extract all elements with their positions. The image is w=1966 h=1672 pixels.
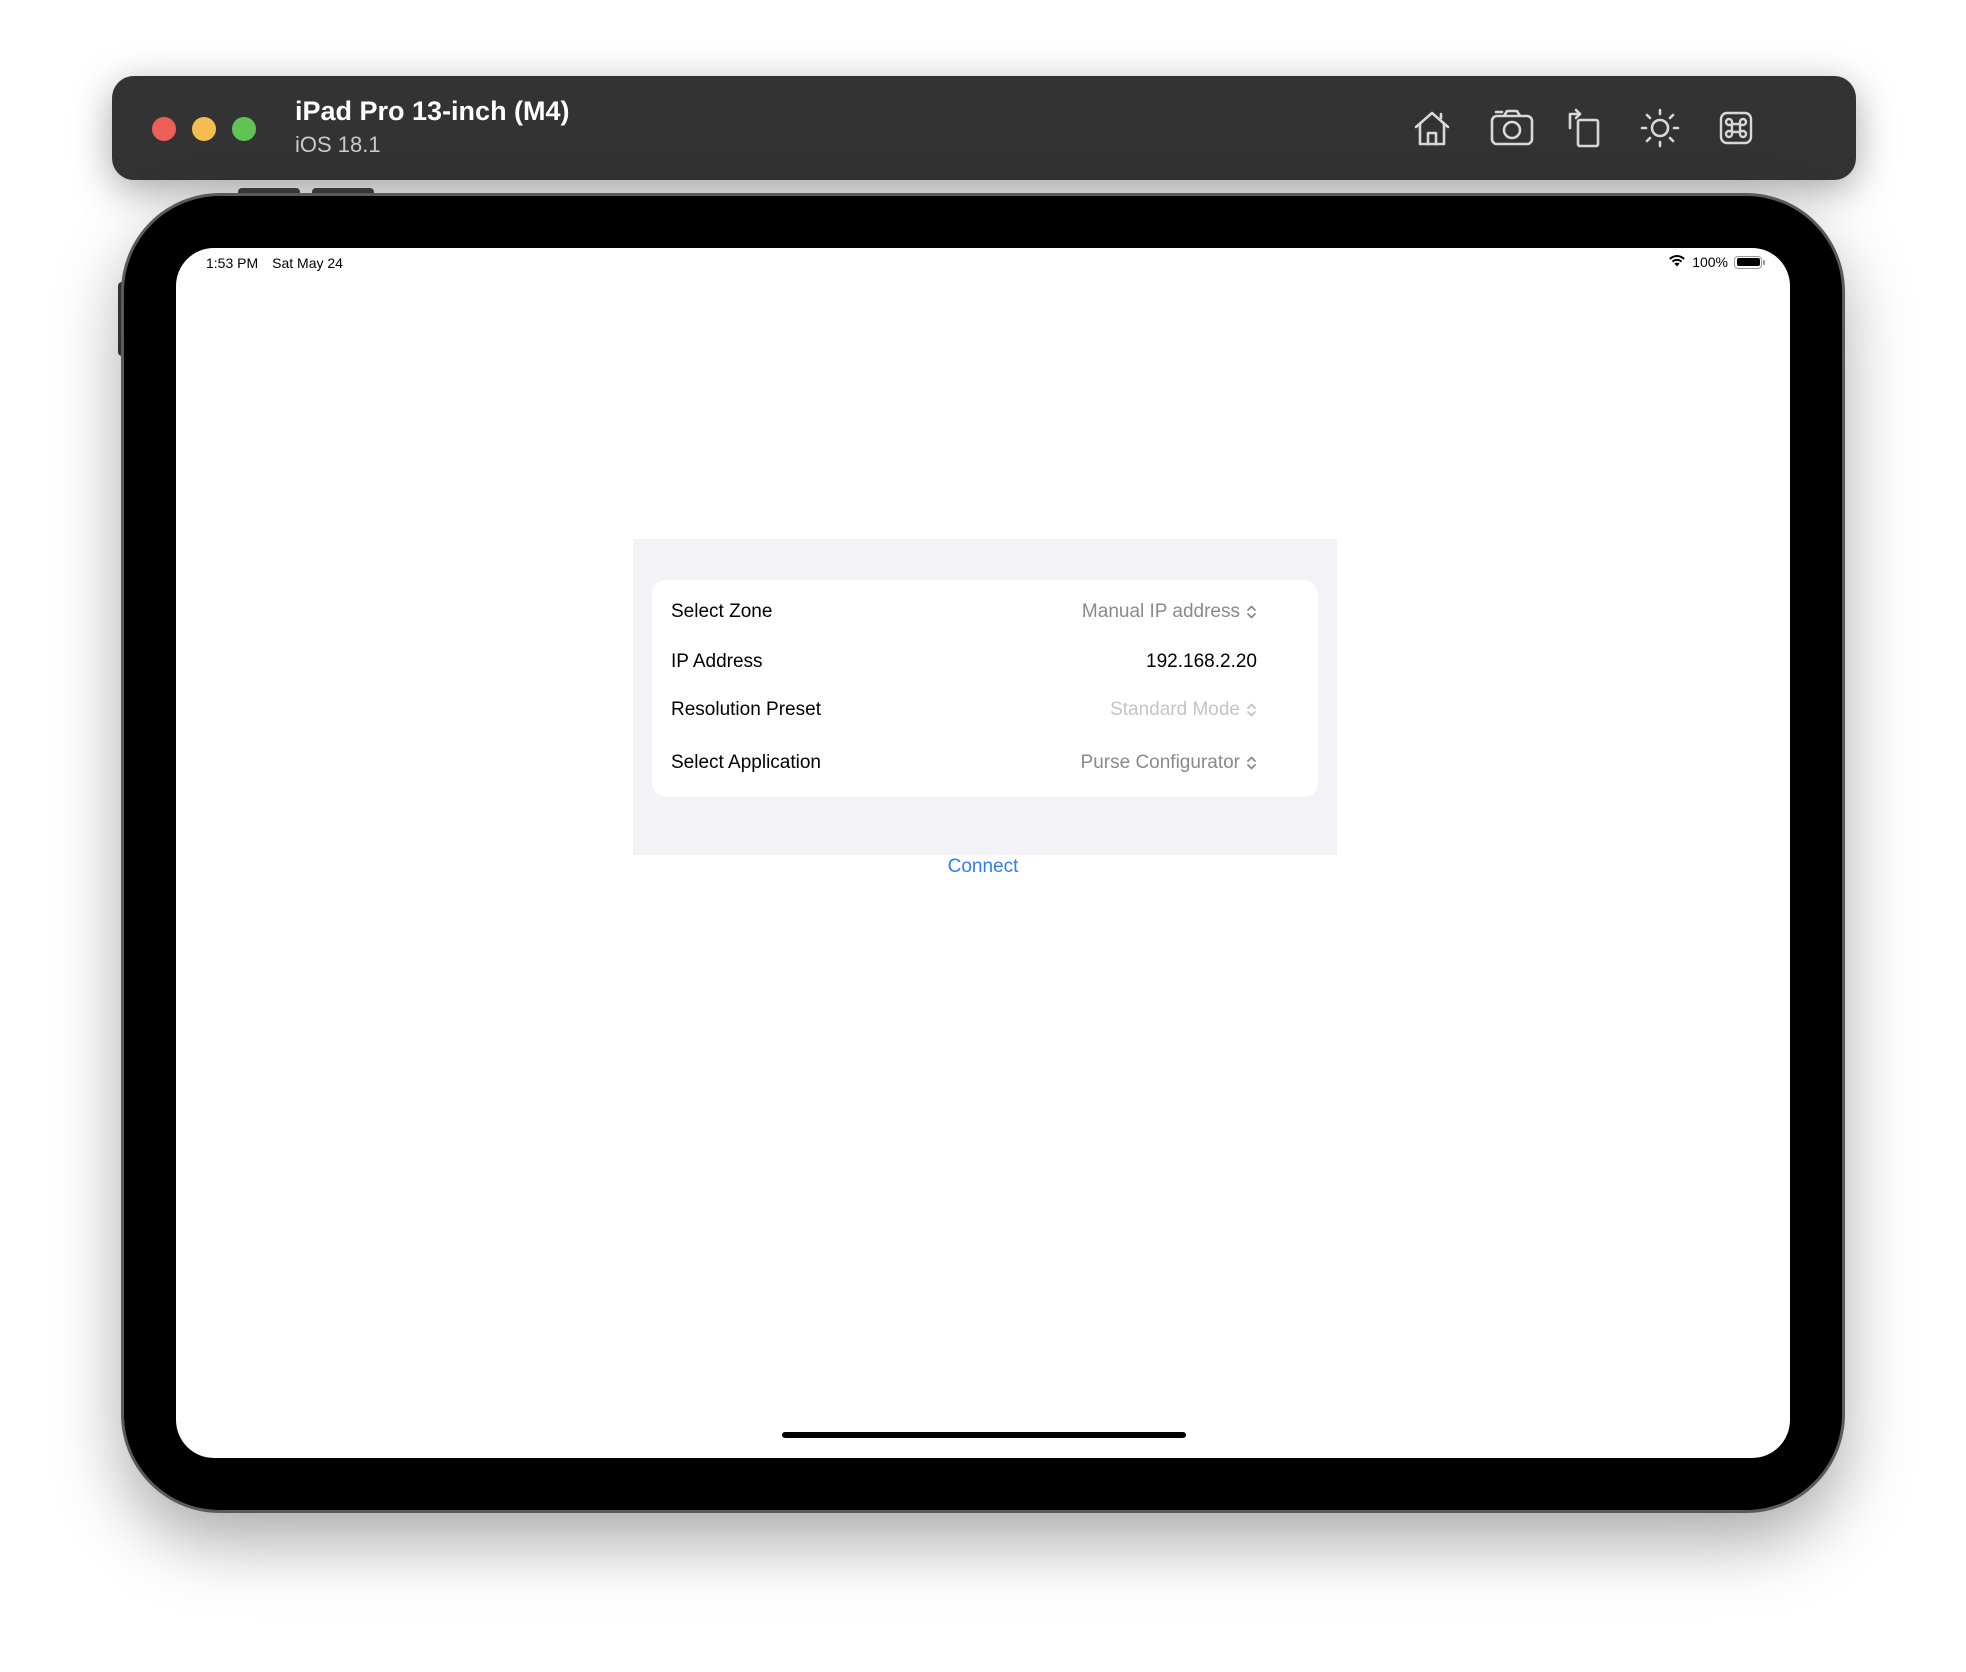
select-zone-picker[interactable]: Manual IP address: [1082, 601, 1257, 623]
ip-address-row[interactable]: IP Address 192.168.2.20: [671, 642, 1257, 682]
top-button: [238, 188, 300, 196]
resolution-preset-picker[interactable]: Standard Mode: [1110, 699, 1257, 721]
select-application-value: Purse Configurator: [1080, 752, 1240, 773]
resolution-preset-label: Resolution Preset: [671, 699, 821, 720]
status-date: Sat May 24: [272, 255, 343, 271]
device-name: iPad Pro 13-inch (M4): [295, 96, 570, 126]
home-indicator[interactable]: [782, 1432, 1186, 1438]
minimize-window-button[interactable]: [192, 117, 216, 141]
rotate-button[interactable]: [1558, 102, 1610, 154]
resolution-preset-value: Standard Mode: [1110, 699, 1240, 720]
chevron-up-down-icon: [1246, 702, 1257, 718]
volume-button: [312, 188, 374, 196]
select-zone-row[interactable]: Select Zone Manual IP address: [671, 592, 1257, 632]
select-application-picker[interactable]: Purse Configurator: [1081, 752, 1257, 774]
select-application-row[interactable]: Select Application Purse Configurator: [671, 743, 1257, 783]
device-os-version: iOS 18.1: [295, 132, 381, 157]
connect-button[interactable]: Connect: [176, 856, 1790, 878]
connection-form-sheet: Select Zone Manual IP address IP Address…: [633, 539, 1337, 855]
status-bar-left: 1:53 PM Sat May 24: [206, 255, 343, 271]
status-bar-right: 100%: [1668, 254, 1765, 270]
keyboard-shortcuts-button[interactable]: [1710, 102, 1762, 154]
screenshot-button[interactable]: [1486, 102, 1538, 154]
ipad-screen: 1:53 PM Sat May 24 100% Select Zone Manua…: [176, 248, 1790, 1458]
screenshot-icon: [1488, 106, 1536, 150]
appearance-button[interactable]: [1634, 102, 1686, 154]
home-icon: [1410, 106, 1454, 150]
ip-address-label: IP Address: [671, 651, 763, 672]
wifi-icon: [1668, 254, 1686, 270]
battery-percentage: 100%: [1692, 254, 1728, 270]
home-button[interactable]: [1406, 102, 1458, 154]
appearance-icon: [1638, 106, 1682, 150]
select-application-label: Select Application: [671, 752, 821, 773]
chevron-up-down-icon: [1246, 604, 1257, 620]
rotate-icon: [1562, 106, 1606, 150]
zoom-window-button[interactable]: [232, 117, 256, 141]
select-zone-value: Manual IP address: [1081, 601, 1240, 622]
select-zone-label: Select Zone: [671, 601, 773, 622]
ip-address-field[interactable]: 192.168.2.20: [1146, 651, 1257, 673]
resolution-preset-row[interactable]: Resolution Preset Standard Mode: [671, 690, 1257, 730]
simulator-titlebar: iPad Pro 13-inch (M4) iOS 18.1: [112, 76, 1856, 180]
connection-form-card: Select Zone Manual IP address IP Address…: [652, 580, 1318, 797]
status-time: 1:53 PM: [206, 255, 259, 271]
command-icon: [1714, 106, 1758, 150]
close-window-button[interactable]: [152, 117, 176, 141]
battery-icon: [1734, 255, 1765, 269]
chevron-up-down-icon: [1246, 755, 1257, 771]
